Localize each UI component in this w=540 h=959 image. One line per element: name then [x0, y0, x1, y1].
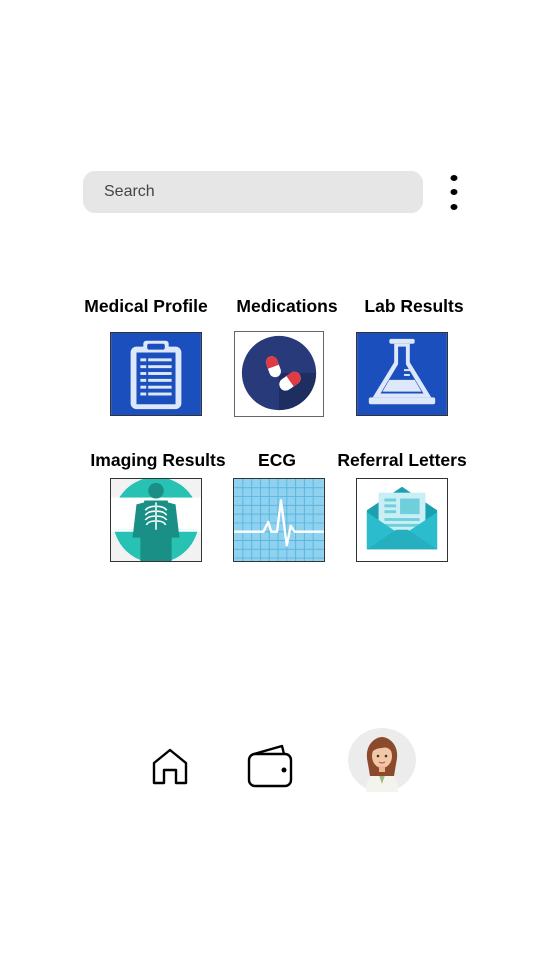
xray-icon — [111, 479, 201, 561]
clipboard-icon — [111, 333, 201, 415]
flask-icon — [357, 333, 447, 415]
medications-tile[interactable] — [234, 331, 324, 417]
wallet-button[interactable] — [246, 742, 294, 790]
ecg-icon — [234, 479, 324, 561]
medical-profile-tile[interactable] — [110, 332, 202, 416]
avatar — [348, 728, 416, 792]
wallet-icon — [247, 744, 293, 788]
referral-letters-tile[interactable] — [356, 478, 448, 562]
imaging-results-label: Imaging Results — [90, 450, 226, 470]
imaging-results-tile[interactable] — [110, 478, 202, 562]
lab-results-tile[interactable] — [356, 332, 448, 416]
medical-profile-label: Medical Profile — [84, 296, 208, 316]
home-icon — [152, 748, 188, 785]
envelope-icon — [357, 479, 447, 561]
home-button[interactable] — [150, 746, 190, 786]
pills-icon — [235, 332, 323, 416]
medications-label: Medications — [236, 296, 338, 316]
more-vertical-icon — [450, 175, 458, 210]
search-bar[interactable] — [83, 171, 423, 213]
ecg-tile[interactable] — [233, 478, 325, 562]
ecg-label: ECG — [258, 450, 296, 470]
lab-results-label: Lab Results — [364, 296, 464, 316]
referral-letters-label: Referral Letters — [337, 450, 467, 470]
profile-button[interactable] — [348, 728, 416, 792]
more-menu-button[interactable] — [440, 171, 468, 213]
search-input[interactable] — [102, 182, 423, 202]
